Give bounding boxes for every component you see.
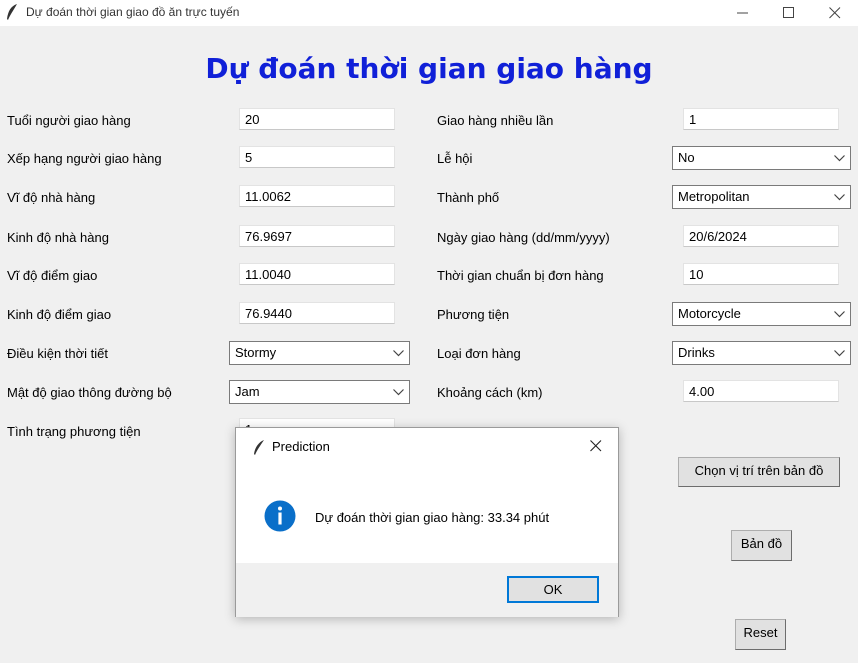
courier-age-input[interactable]: 20 (239, 108, 395, 130)
feather-icon (254, 440, 264, 455)
festival-label: Lễ hội (437, 151, 473, 166)
courier-rating-input[interactable]: 5 (239, 146, 395, 168)
dialog-title: Prediction (272, 439, 330, 454)
feather-icon (7, 4, 17, 20)
prediction-message: Dự đoán thời gian giao hàng: 33.34 phút (315, 510, 550, 525)
festival-value: No (678, 150, 695, 165)
chevron-down-icon (834, 194, 845, 201)
order-type-select[interactable]: Drinks (672, 341, 851, 365)
map-button[interactable]: Bản đồ (731, 530, 792, 561)
restaurant-longitude-label: Kinh độ nhà hàng (7, 230, 109, 245)
vehicle-select[interactable]: Motorcycle (672, 302, 851, 326)
prediction-dialog: Prediction Dự đoán thời gian giao hàng: … (235, 427, 619, 617)
traffic-density-value: Jam (235, 384, 260, 399)
order-type-label: Loại đơn hàng (437, 346, 521, 361)
close-icon (829, 7, 841, 19)
courier-age-label: Tuổi người giao hàng (7, 113, 131, 128)
delivery-longitude-input[interactable]: 76.9440 (239, 302, 395, 324)
restaurant-latitude-input[interactable]: 11.0062 (239, 185, 395, 207)
city-label: Thành phố (437, 190, 500, 205)
choose-map-location-button[interactable]: Chọn vị trí trên bản đồ (678, 457, 840, 487)
dialog-footer: OK (236, 563, 618, 617)
delivery-latitude-input[interactable]: 11.0040 (239, 263, 395, 285)
restaurant-longitude-input[interactable]: 76.9697 (239, 225, 395, 247)
chevron-down-icon (834, 311, 845, 318)
multiple-deliveries-label: Giao hàng nhiều lần (437, 113, 554, 128)
minimize-icon (737, 12, 748, 14)
delivery-date-input[interactable]: 20/6/2024 (683, 225, 839, 247)
close-icon (590, 440, 602, 452)
dialog-close-button[interactable] (581, 432, 611, 460)
distance-input[interactable]: 4.00 (683, 380, 839, 402)
info-icon (264, 500, 296, 532)
page-title: Dự đoán thời gian giao hàng (205, 52, 653, 85)
weather-value: Stormy (235, 345, 277, 360)
city-value: Metropolitan (678, 189, 750, 204)
chevron-down-icon (834, 350, 845, 357)
minimize-button[interactable] (720, 0, 766, 26)
prep-time-input[interactable]: 10 (683, 263, 839, 285)
vehicle-value: Motorcycle (678, 306, 741, 321)
traffic-density-label: Mật độ giao thông đường bộ (7, 385, 172, 400)
chevron-down-icon (393, 350, 404, 357)
distance-label: Khoảng cách (km) (437, 385, 543, 400)
restaurant-latitude-label: Vĩ độ nhà hàng (7, 190, 96, 205)
maximize-button[interactable] (766, 0, 812, 26)
vehicle-condition-label: Tình trạng phương tiện (7, 424, 141, 439)
delivery-date-label: Ngày giao hàng (dd/mm/yyyy) (437, 230, 610, 245)
delivery-longitude-label: Kinh độ điểm giao (7, 307, 112, 322)
weather-select[interactable]: Stormy (229, 341, 410, 365)
ok-button[interactable]: OK (507, 576, 599, 603)
courier-rating-label: Xếp hạng người giao hàng (7, 151, 162, 166)
title-bar: Dự đoán thời gian giao đồ ăn trực tuyến (0, 0, 858, 26)
reset-button[interactable]: Reset (735, 619, 786, 650)
city-select[interactable]: Metropolitan (672, 185, 851, 209)
weather-label: Điều kiện thời tiết (7, 346, 109, 361)
delivery-latitude-label: Vĩ độ điểm giao (7, 268, 98, 283)
prep-time-label: Thời gian chuẩn bị đơn hàng (437, 268, 604, 283)
festival-select[interactable]: No (672, 146, 851, 170)
maximize-icon (783, 7, 794, 18)
close-button[interactable] (812, 0, 858, 26)
vehicle-label: Phương tiện (437, 307, 510, 322)
chevron-down-icon (834, 155, 845, 162)
traffic-density-select[interactable]: Jam (229, 380, 410, 404)
chevron-down-icon (393, 389, 404, 396)
order-type-value: Drinks (678, 345, 715, 360)
window-title: Dự đoán thời gian giao đồ ăn trực tuyến (26, 5, 240, 19)
multiple-deliveries-input[interactable]: 1 (683, 108, 839, 130)
